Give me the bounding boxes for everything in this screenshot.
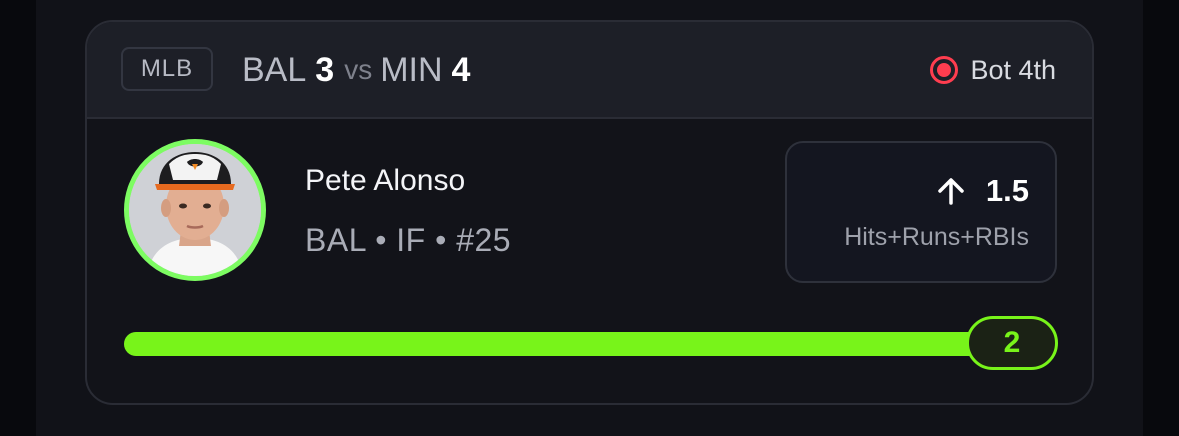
- prop-line-box[interactable]: 1.5 Hits+Runs+RBIs: [785, 141, 1057, 283]
- line-value-row: 1.5: [936, 173, 1029, 209]
- stat-type: Hits+Runs+RBIs: [844, 223, 1029, 251]
- game-score: BAL 3 vs MIN 4: [242, 48, 470, 92]
- arrow-up-icon: [938, 178, 964, 205]
- game-status: Bot 4th: [930, 50, 1056, 90]
- vs-label: vs: [344, 54, 373, 85]
- player-avatar[interactable]: [124, 139, 266, 281]
- player-name: Pete Alonso: [305, 164, 466, 197]
- progress-value-badge: 2: [966, 316, 1058, 370]
- home-score: 4: [451, 50, 471, 89]
- league-badge: MLB: [121, 47, 213, 91]
- away-team: BAL: [242, 50, 307, 89]
- player-meta: BAL • IF • #25: [305, 222, 512, 258]
- inning-label: Bot 4th: [970, 54, 1056, 85]
- live-record-icon: [930, 56, 959, 84]
- player-headshot-image: [129, 144, 261, 276]
- progress-track: [124, 332, 1034, 356]
- home-team: MIN: [380, 50, 443, 89]
- away-score: 3: [315, 50, 335, 89]
- game-header: MLB BAL 3 vs MIN 4 Bot 4th: [87, 22, 1092, 119]
- prop-card[interactable]: MLB BAL 3 vs MIN 4 Bot 4th Pete Alonso B…: [85, 20, 1094, 405]
- progress-fill: [124, 332, 1034, 356]
- line-value: 1.5: [985, 173, 1029, 208]
